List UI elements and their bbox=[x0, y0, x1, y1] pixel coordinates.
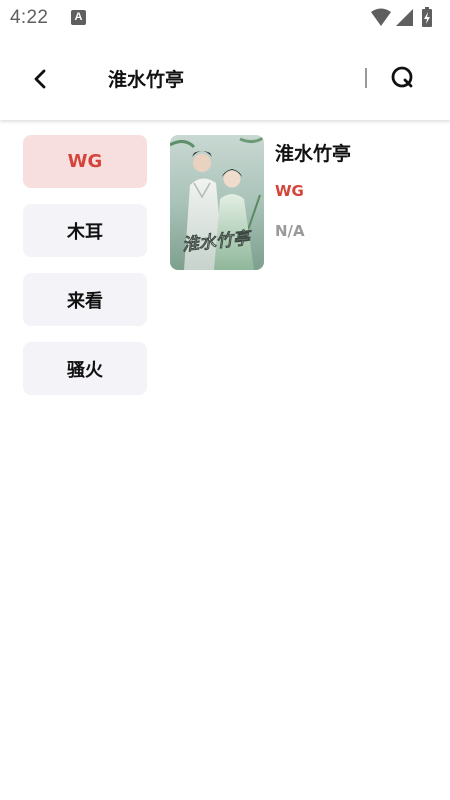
app-screen: 4:22 A 淮水竹亭 WG 木耳 来看 骚火 淮水竹亭 淮水竹亭 WG N/A bbox=[0, 0, 450, 800]
app-bar: 淮水竹亭 bbox=[0, 36, 450, 120]
toolbar-divider bbox=[365, 68, 367, 88]
status-icons bbox=[370, 7, 440, 27]
result-status-label: N/A bbox=[275, 222, 305, 240]
cellular-signal-icon bbox=[396, 9, 413, 26]
result-source-label: WG bbox=[275, 182, 304, 200]
wifi-icon bbox=[371, 8, 391, 26]
source-item-wg[interactable]: WG bbox=[23, 135, 147, 188]
source-item-laikan[interactable]: 来看 bbox=[23, 273, 147, 326]
source-list: WG 木耳 来看 骚火 bbox=[23, 135, 147, 411]
poster-image[interactable]: 淮水竹亭 bbox=[170, 135, 264, 270]
notification-a-icon: A bbox=[71, 10, 86, 25]
source-item-saohuo[interactable]: 骚火 bbox=[23, 342, 147, 395]
page-title: 淮水竹亭 bbox=[108, 69, 185, 91]
result-title: 淮水竹亭 bbox=[275, 143, 352, 165]
result-card[interactable]: 淮水竹亭 淮水竹亭 WG N/A bbox=[170, 135, 430, 270]
status-time: 4:22 bbox=[10, 7, 49, 28]
back-button[interactable] bbox=[26, 64, 56, 94]
source-item-muer[interactable]: 木耳 bbox=[23, 204, 147, 257]
search-icon bbox=[391, 66, 413, 88]
status-bar: 4:22 A bbox=[0, 0, 450, 36]
battery-charging-icon bbox=[422, 7, 432, 27]
chevron-left-icon bbox=[34, 69, 46, 89]
search-button[interactable] bbox=[388, 63, 418, 93]
